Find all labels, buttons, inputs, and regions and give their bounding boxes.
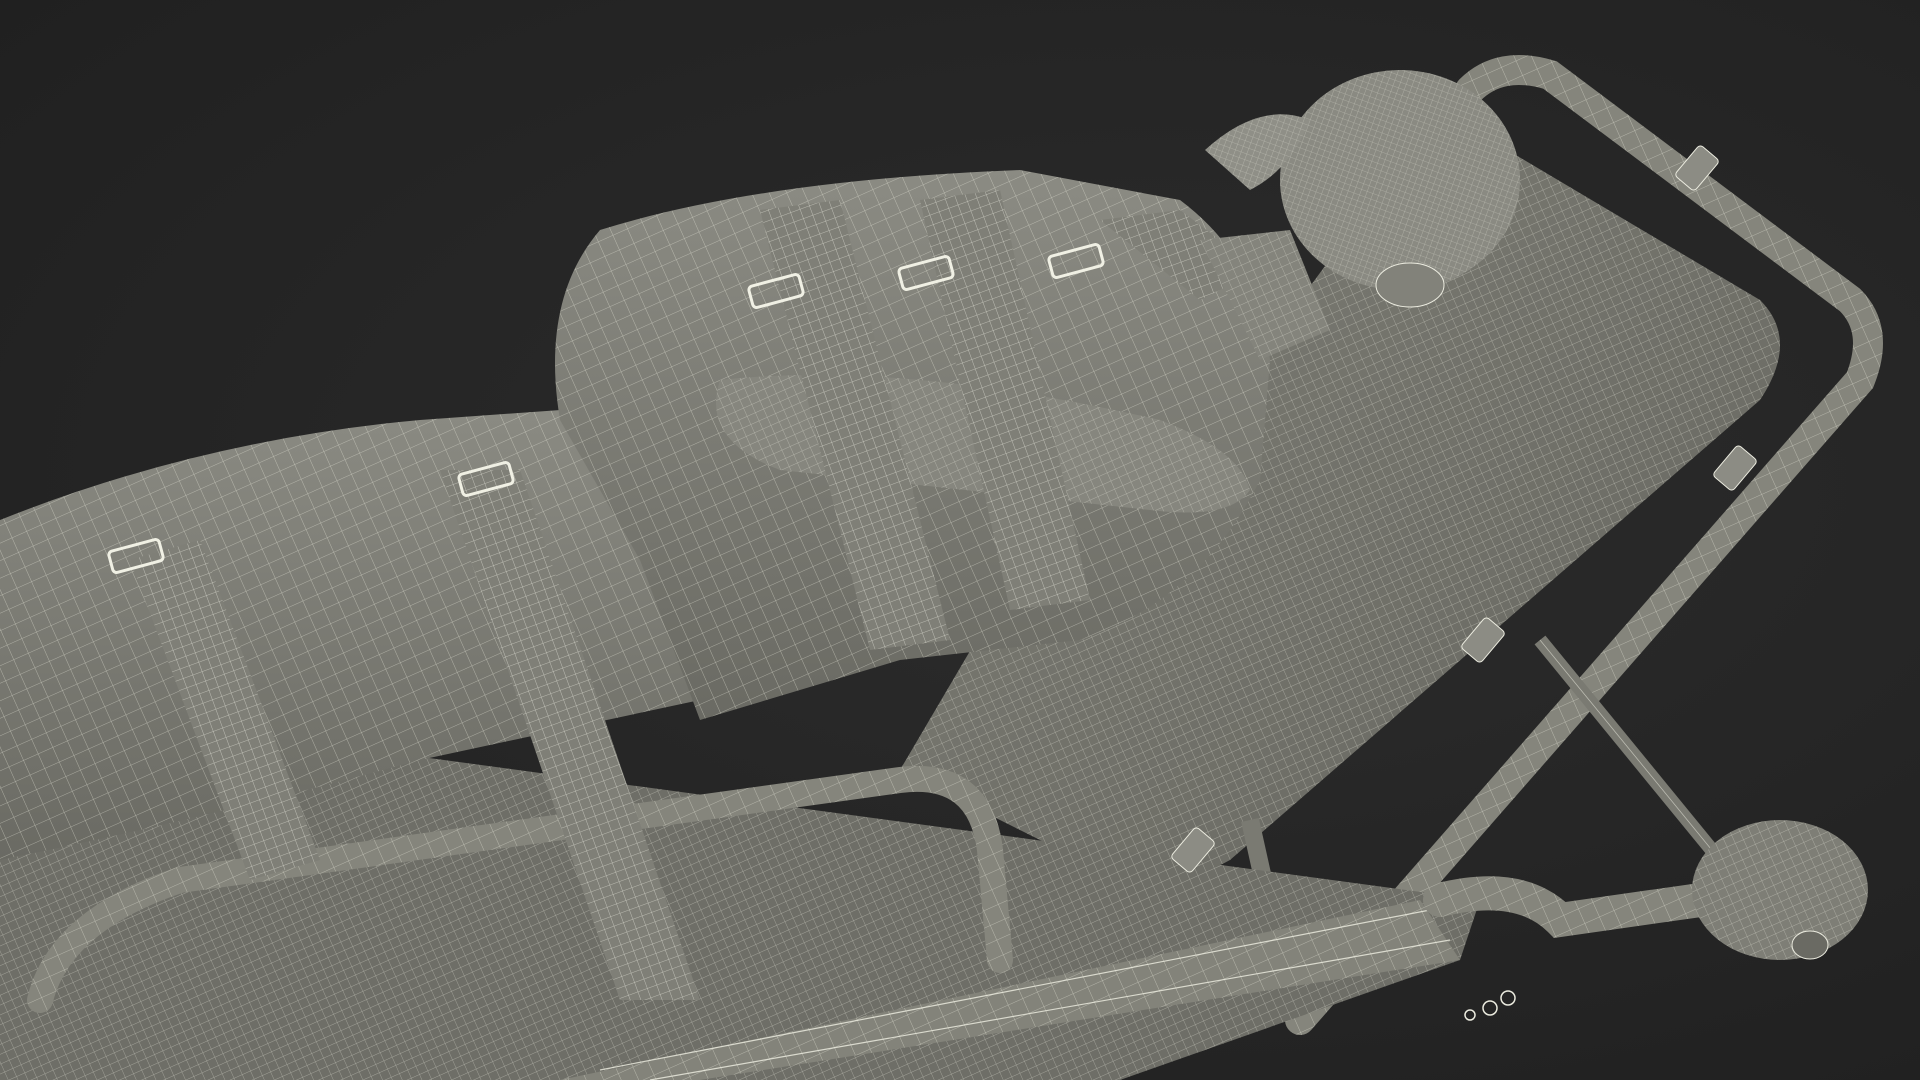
wheel-assembly bbox=[1423, 820, 1868, 1021]
wireframe-render bbox=[0, 55, 1883, 1080]
render-viewport bbox=[0, 0, 1920, 1080]
